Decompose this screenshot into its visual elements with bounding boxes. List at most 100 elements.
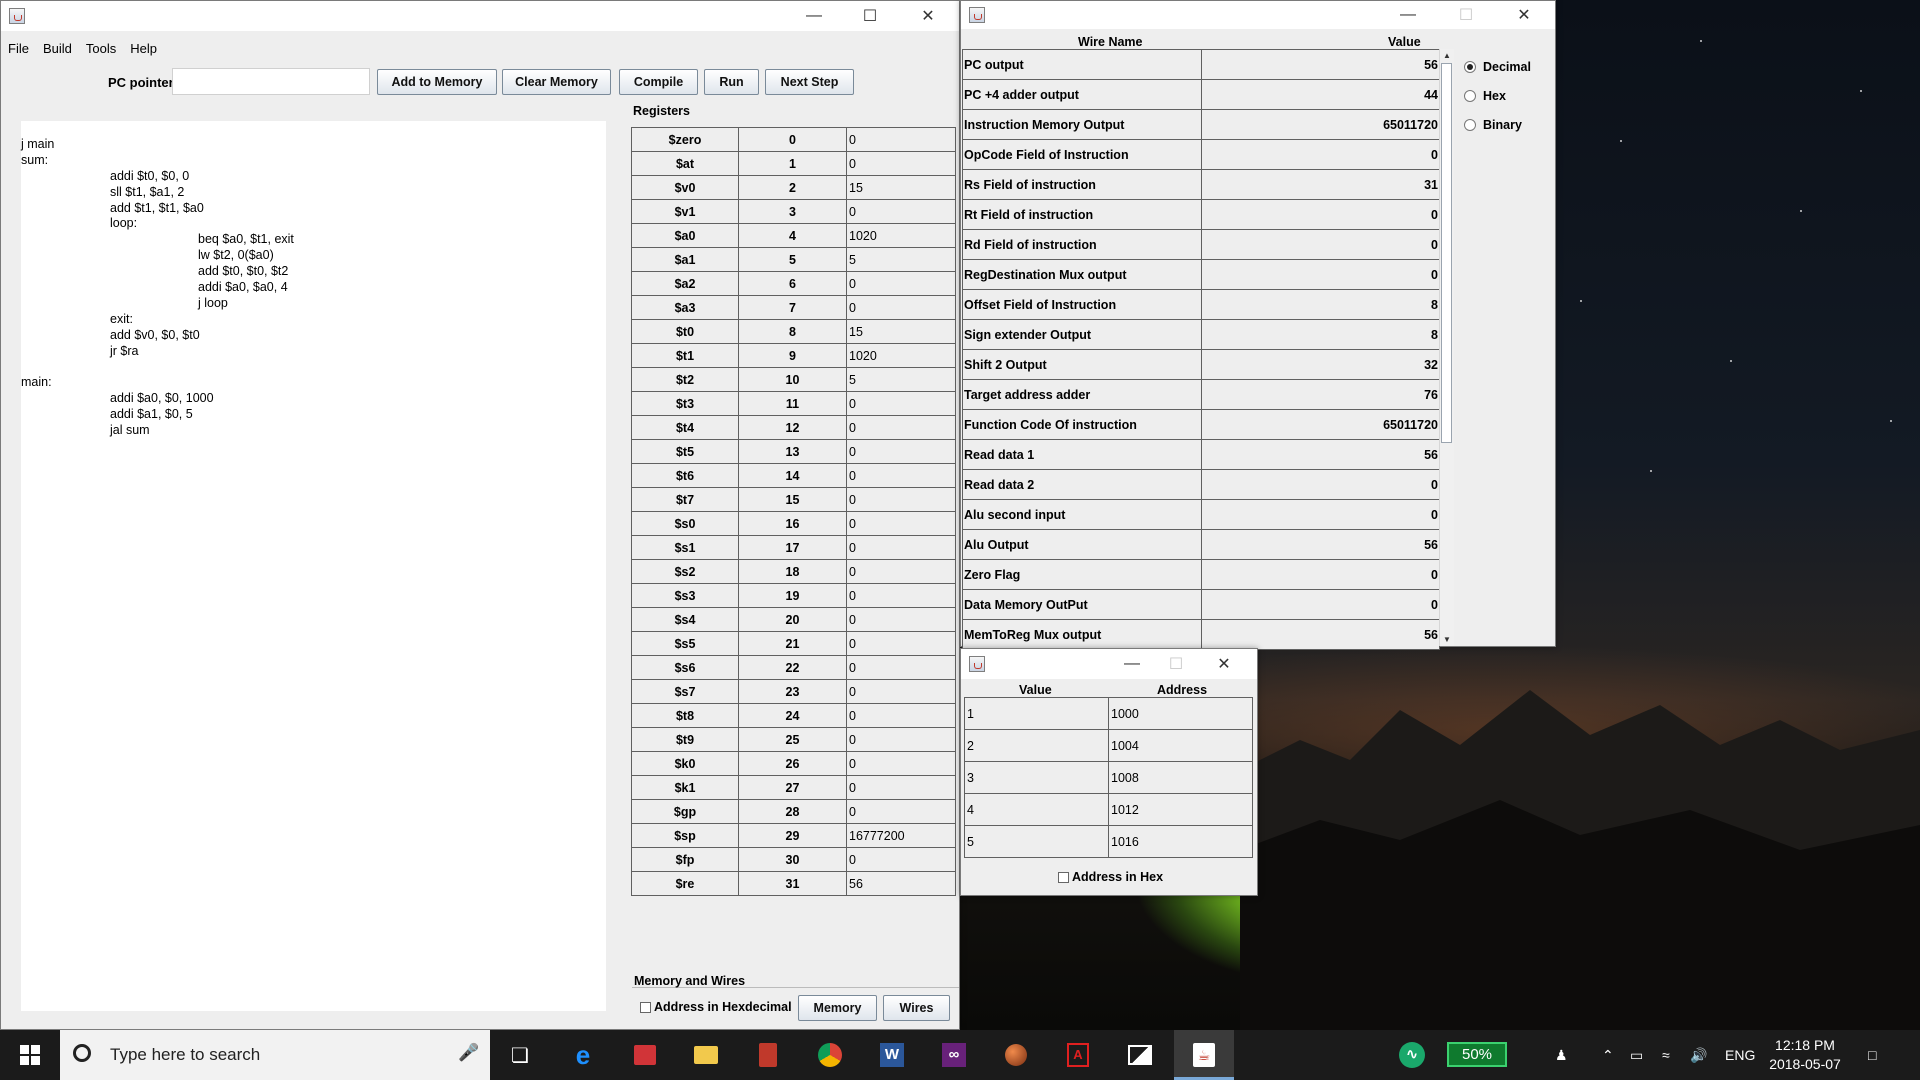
maximize-button[interactable]: ☐ bbox=[847, 1, 893, 31]
register-name[interactable]: $v1 bbox=[631, 199, 739, 224]
register-value[interactable]: 0 bbox=[846, 703, 956, 728]
add-to-memory-button[interactable]: Add to Memory bbox=[377, 69, 497, 95]
radio-binary[interactable]: Binary bbox=[1464, 118, 1522, 132]
photos-icon[interactable] bbox=[1124, 1039, 1156, 1071]
task-view-icon[interactable]: ❏ bbox=[504, 1039, 536, 1071]
language-indicator[interactable]: ENG bbox=[1725, 1030, 1755, 1080]
address-hex-checkbox[interactable] bbox=[640, 1002, 651, 1014]
register-number[interactable]: 10 bbox=[738, 367, 847, 392]
wire-value[interactable]: 32 bbox=[1201, 349, 1440, 380]
register-name[interactable]: $s2 bbox=[631, 559, 739, 584]
register-value[interactable]: 0 bbox=[846, 679, 956, 704]
register-name[interactable]: $t2 bbox=[631, 367, 739, 392]
register-number[interactable]: 18 bbox=[738, 559, 847, 584]
battery-percent-badge[interactable]: 50% bbox=[1447, 1042, 1507, 1067]
volume-icon[interactable]: 🔊 bbox=[1690, 1030, 1707, 1080]
memory-address-hex-option[interactable]: Address in Hex bbox=[1058, 870, 1163, 884]
wire-name[interactable]: Shift 2 Output bbox=[962, 349, 1202, 380]
wire-value[interactable]: 56 bbox=[1201, 529, 1440, 560]
register-number[interactable]: 30 bbox=[738, 847, 847, 872]
register-name[interactable]: $a2 bbox=[631, 271, 739, 296]
minimize-button[interactable]: — bbox=[791, 1, 837, 31]
register-value[interactable]: 16777200 bbox=[846, 823, 956, 848]
register-number[interactable]: 2 bbox=[738, 175, 847, 200]
register-value[interactable]: 0 bbox=[846, 463, 956, 488]
memory-titlebar[interactable]: — ☐ ✕ bbox=[961, 649, 1257, 679]
radio-binary-icon[interactable] bbox=[1464, 119, 1476, 131]
register-name[interactable]: $gp bbox=[631, 799, 739, 824]
register-value[interactable]: 0 bbox=[846, 391, 956, 416]
wire-name[interactable]: Offset Field of Instruction bbox=[962, 289, 1202, 320]
register-number[interactable]: 7 bbox=[738, 295, 847, 320]
memory-value[interactable]: 3 bbox=[964, 761, 1109, 794]
wire-name[interactable]: Alu second input bbox=[962, 499, 1202, 530]
register-number[interactable]: 5 bbox=[738, 247, 847, 272]
memory-address-hex-checkbox[interactable] bbox=[1058, 872, 1069, 884]
register-value[interactable]: 0 bbox=[846, 775, 956, 800]
scroll-up-icon[interactable]: ▲ bbox=[1440, 49, 1454, 62]
memory-address[interactable]: 1016 bbox=[1108, 825, 1253, 858]
battery-icon[interactable]: ▭ bbox=[1630, 1030, 1643, 1080]
register-number[interactable]: 27 bbox=[738, 775, 847, 800]
register-name[interactable]: $t6 bbox=[631, 463, 739, 488]
register-name[interactable]: $t9 bbox=[631, 727, 739, 752]
register-number[interactable]: 25 bbox=[738, 727, 847, 752]
word-icon[interactable]: W bbox=[876, 1039, 908, 1071]
register-value[interactable]: 0 bbox=[846, 799, 956, 824]
register-number[interactable]: 28 bbox=[738, 799, 847, 824]
wire-name[interactable]: RegDestination Mux output bbox=[962, 259, 1202, 290]
memory-value[interactable]: 1 bbox=[964, 697, 1109, 730]
register-number[interactable]: 4 bbox=[738, 223, 847, 248]
wire-name[interactable]: Target address adder bbox=[962, 379, 1202, 410]
register-name[interactable]: $t5 bbox=[631, 439, 739, 464]
register-value[interactable]: 0 bbox=[846, 199, 956, 224]
register-value[interactable]: 5 bbox=[846, 367, 956, 392]
register-number[interactable]: 0 bbox=[738, 127, 847, 152]
register-value[interactable]: 0 bbox=[846, 295, 956, 320]
register-value[interactable]: 0 bbox=[846, 511, 956, 536]
register-number[interactable]: 11 bbox=[738, 391, 847, 416]
register-name[interactable]: $s0 bbox=[631, 511, 739, 536]
scroll-down-icon[interactable]: ▼ bbox=[1440, 633, 1454, 646]
register-value[interactable]: 0 bbox=[846, 127, 956, 152]
register-value[interactable]: 0 bbox=[846, 559, 956, 584]
register-value[interactable]: 1020 bbox=[846, 343, 956, 368]
wire-name[interactable]: PC +4 adder output bbox=[962, 79, 1202, 110]
wire-value[interactable]: 0 bbox=[1201, 229, 1440, 260]
register-value[interactable]: 15 bbox=[846, 319, 956, 344]
register-name[interactable]: $s7 bbox=[631, 679, 739, 704]
wires-button[interactable]: Wires bbox=[883, 995, 950, 1021]
register-value[interactable]: 0 bbox=[846, 607, 956, 632]
register-value[interactable]: 56 bbox=[846, 871, 956, 896]
register-name[interactable]: $s6 bbox=[631, 655, 739, 680]
microphone-icon[interactable]: 🎤 bbox=[458, 1043, 479, 1063]
register-number[interactable]: 16 bbox=[738, 511, 847, 536]
app-red-icon[interactable] bbox=[752, 1039, 784, 1071]
wire-name[interactable]: MemToReg Mux output bbox=[962, 619, 1202, 650]
people-icon[interactable]: ♟ bbox=[1555, 1030, 1568, 1080]
compile-button[interactable]: Compile bbox=[619, 69, 698, 95]
register-name[interactable]: $t3 bbox=[631, 391, 739, 416]
address-hex-option[interactable]: Address in Hexdecimal bbox=[640, 1000, 792, 1014]
minimize-button[interactable]: — bbox=[1385, 1, 1431, 29]
register-number[interactable]: 8 bbox=[738, 319, 847, 344]
wire-value[interactable]: 76 bbox=[1201, 379, 1440, 410]
register-value[interactable]: 0 bbox=[846, 415, 956, 440]
wire-value[interactable]: 8 bbox=[1201, 289, 1440, 320]
register-name[interactable]: $a1 bbox=[631, 247, 739, 272]
register-number[interactable]: 6 bbox=[738, 271, 847, 296]
menu-file[interactable]: File bbox=[1, 39, 36, 59]
register-name[interactable]: $k0 bbox=[631, 751, 739, 776]
notifications-icon[interactable]: □ bbox=[1868, 1030, 1876, 1080]
register-value[interactable]: 0 bbox=[846, 487, 956, 512]
register-value[interactable]: 0 bbox=[846, 847, 956, 872]
wire-value[interactable]: 56 bbox=[1201, 619, 1440, 650]
acrobat-icon[interactable]: A bbox=[1062, 1039, 1094, 1071]
code-editor[interactable]: j main sum: addi $t0, $0, 0 sll $t1, $a1, 2… bbox=[21, 121, 606, 1011]
wire-value[interactable]: 56 bbox=[1201, 439, 1440, 470]
run-button[interactable]: Run bbox=[704, 69, 759, 95]
wire-name[interactable]: Sign extender Output bbox=[962, 319, 1202, 350]
clear-memory-button[interactable]: Clear Memory bbox=[502, 69, 611, 95]
menu-help[interactable]: Help bbox=[123, 39, 164, 59]
wire-name[interactable]: Zero Flag bbox=[962, 559, 1202, 590]
